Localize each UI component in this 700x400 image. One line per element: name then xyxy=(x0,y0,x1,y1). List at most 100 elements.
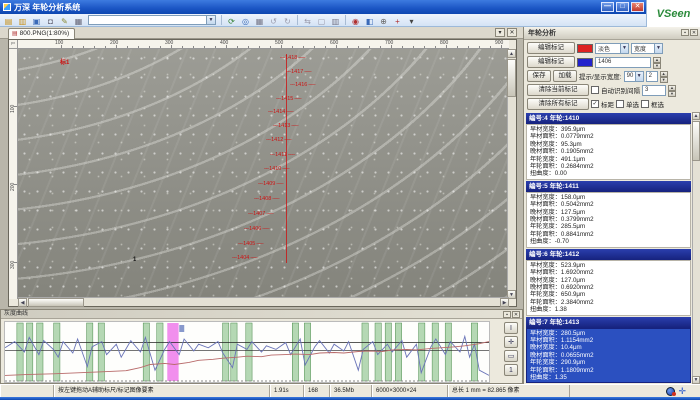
settings-icon[interactable]: ⊕ xyxy=(377,15,390,26)
window-icon[interactable]: ▢ xyxy=(315,15,328,26)
palette-icon[interactable]: ◧ xyxy=(363,15,376,26)
grid-icon[interactable]: ▦ xyxy=(253,15,266,26)
list-scroll-down-icon[interactable]: ▼ xyxy=(692,376,700,384)
ring-band[interactable] xyxy=(143,323,149,381)
box-tool-button[interactable]: ▭ xyxy=(504,350,518,362)
ring-entry[interactable]: 编号:6 年轮:1412早材宽度：523.9μm早材面积：1.6920mm2晚材… xyxy=(526,249,691,316)
ring-entry[interactable]: 编号:4 年轮:1410早材宽度：395.9μm早材面积：0.0779mm2晚材… xyxy=(526,113,691,180)
edit-mark2-button[interactable]: 编辑标记 xyxy=(527,56,575,68)
auto-detect-checkbox[interactable] xyxy=(591,86,599,94)
title-bar[interactable]: 万深 年轮分析系统 —□✕ xyxy=(0,0,700,14)
start-year-input[interactable]: 1406 xyxy=(595,57,651,68)
open-icon[interactable]: ▥ xyxy=(16,15,29,26)
measurement-line: 扭曲度：0.00 xyxy=(530,170,687,177)
scroll-up-icon[interactable]: ▲ xyxy=(507,49,516,58)
box-select-checkbox[interactable] xyxy=(641,100,649,108)
anchor-icon[interactable]: ✛ xyxy=(678,387,686,396)
close-button[interactable]: ✕ xyxy=(631,2,644,12)
more-icon[interactable]: ▾ xyxy=(405,15,418,26)
horizontal-scrollbar[interactable]: ◀ ▶ xyxy=(18,297,509,306)
step-tool-button[interactable]: 1 xyxy=(504,364,518,376)
combo-arrow-icon[interactable]: ▼ xyxy=(206,16,215,24)
edit-icon[interactable]: ✎ xyxy=(58,15,71,26)
rotate-left-icon[interactable]: ↺ xyxy=(267,15,280,26)
horizontal-scroll-thumb[interactable] xyxy=(28,298,84,307)
ring-entry-header[interactable]: 编号:6 年轮:1412 xyxy=(526,249,691,260)
window-menu-icon[interactable]: ▾ xyxy=(495,28,505,37)
interval-input[interactable]: 3 xyxy=(642,85,666,96)
move-tool-button[interactable]: ✛ xyxy=(504,336,518,348)
ring-mark: 1418 xyxy=(280,55,305,61)
close-panel-icon[interactable]: ✕ xyxy=(690,29,698,36)
step-value[interactable]: 2 xyxy=(646,71,658,82)
pin-icon[interactable]: ▪ xyxy=(503,311,511,318)
line-color-swatch[interactable] xyxy=(577,58,593,67)
interval-spinner[interactable]: ▲▼ xyxy=(668,85,676,96)
distance-checkbox[interactable]: ✓ xyxy=(591,100,599,108)
camera-icon[interactable]: ◘ xyxy=(44,15,57,26)
toolbar-combo[interactable]: ▼ xyxy=(88,15,216,25)
ring-band[interactable] xyxy=(246,323,252,381)
ring-band[interactable] xyxy=(17,323,23,381)
capture-icon[interactable]: ▦ xyxy=(72,15,85,26)
list-scroll-thumb[interactable] xyxy=(692,121,700,161)
scroll-left-icon[interactable]: ◀ xyxy=(18,298,27,307)
ring-band[interactable] xyxy=(432,323,438,381)
vertical-scrollbar[interactable]: ▲ ▼ xyxy=(507,49,516,299)
new-icon[interactable]: ▤ xyxy=(2,15,15,26)
pin-icon[interactable]: ▪ xyxy=(681,29,689,36)
ring-profile-chart[interactable] xyxy=(4,321,490,383)
image-tab[interactable]: ▤ 800.PNG(1:80%) xyxy=(8,28,75,39)
save-icon[interactable]: ▣ xyxy=(30,15,43,26)
close-chart-icon[interactable]: ✕ xyxy=(512,311,520,318)
clear-current-mark-button[interactable]: 清除当前标记 xyxy=(527,84,589,96)
ring-band[interactable] xyxy=(471,323,477,381)
scroll-right-icon[interactable]: ▶ xyxy=(500,298,509,307)
ring-entry[interactable]: 编号:5 年轮:1411早材宽度：158.0μm早材面积：0.5042mm2晚材… xyxy=(526,181,691,248)
swap-icon[interactable]: ⇆ xyxy=(301,15,314,26)
display-width-select[interactable]: 90▼ xyxy=(624,71,644,82)
ring-band[interactable] xyxy=(385,323,391,381)
refresh-icon[interactable]: ⟳ xyxy=(225,15,238,26)
ring-band[interactable] xyxy=(223,323,229,381)
wood-sample-image[interactable]: 标1 1 14181417141614151414141314121411141… xyxy=(18,49,509,299)
layout-icon[interactable]: ▥ xyxy=(329,15,342,26)
ring-band[interactable] xyxy=(292,323,298,381)
measurement-line: 年轮宽度：285.5μm xyxy=(530,223,687,230)
load-button[interactable]: 加载 xyxy=(553,70,577,82)
rotate-right-icon[interactable]: ↻ xyxy=(281,15,294,26)
ring-entry[interactable]: 编号:7 年轮:1413早材宽度：280.5μm早材面积：1.1154mm2晚材… xyxy=(526,317,691,384)
list-scroll-up-icon[interactable]: ▲ xyxy=(692,112,700,120)
clear-all-marks-button[interactable]: 清除所有标记 xyxy=(527,98,589,110)
ring-entry-body: 早材宽度：280.5μm早材面积：1.1154mm2晚材宽度：10.4μm晚材面… xyxy=(526,328,691,384)
application-window: 万深 年轮分析系统 —□✕ VSeen ▤▥▣◘✎▦▼⟳◎▦↺↻⇆▢▥◉◧⊕+▾… xyxy=(0,0,700,400)
search-icon[interactable]: ◎ xyxy=(239,15,252,26)
mark-color-swatch[interactable] xyxy=(577,44,593,53)
step-spinner[interactable]: ▲▼ xyxy=(660,71,668,82)
list-scrollbar[interactable]: ▲ ▼ xyxy=(692,112,700,384)
ring-entry-header[interactable]: 编号:7 年轮:1413 xyxy=(526,317,691,328)
ring-entry-header[interactable]: 编号:4 年轮:1410 xyxy=(526,113,691,124)
save-button[interactable]: 保存 xyxy=(527,70,551,82)
measurement-line: 年轮宽度：290.9μm xyxy=(530,359,687,366)
vertical-scroll-thumb[interactable] xyxy=(507,59,516,97)
edit-mark-button[interactable]: 编辑标记 xyxy=(527,42,575,54)
close-image-icon[interactable]: ✕ xyxy=(507,28,517,37)
maximize-button[interactable]: □ xyxy=(616,2,629,12)
add-icon[interactable]: + xyxy=(391,15,404,26)
width-select[interactable]: 宽度▼ xyxy=(631,43,663,54)
ruler-label: 200 xyxy=(110,40,118,46)
shade-select[interactable]: 淡色▼ xyxy=(595,43,629,54)
single-select-checkbox[interactable] xyxy=(616,100,624,108)
ring-band[interactable] xyxy=(157,323,163,381)
globe-icon[interactable] xyxy=(666,387,675,396)
ring-band[interactable] xyxy=(27,323,33,381)
minimize-button[interactable]: — xyxy=(601,2,614,12)
pointer-tool-button[interactable]: I xyxy=(504,322,518,334)
ring-band[interactable] xyxy=(395,323,401,381)
ring-measurements-list[interactable]: 编号:4 年轮:1410早材宽度：395.9μm早材面积：0.0779mm2晚材… xyxy=(524,112,693,384)
ring-entry-header[interactable]: 编号:5 年轮:1411 xyxy=(526,181,691,192)
target-icon[interactable]: ◉ xyxy=(349,15,362,26)
year-spinner[interactable]: ▲▼ xyxy=(653,57,661,68)
ring-band[interactable] xyxy=(304,323,310,381)
